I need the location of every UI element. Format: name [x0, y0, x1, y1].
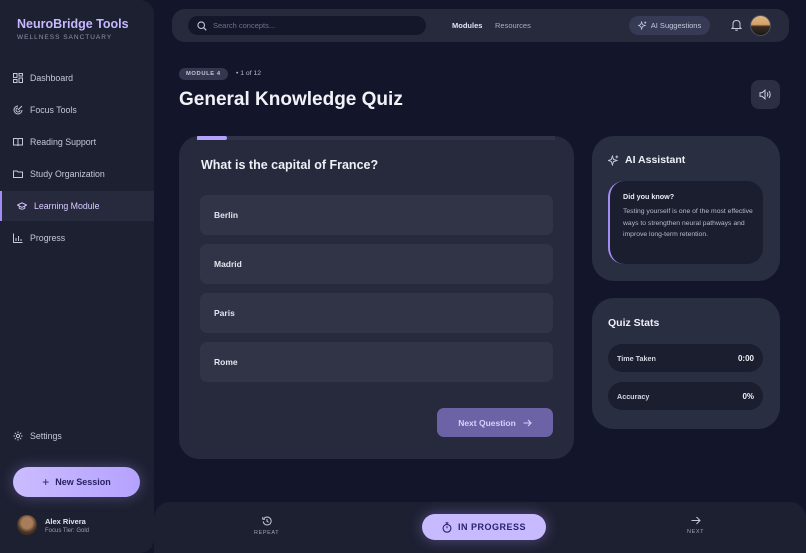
next-button[interactable]: NEXT: [687, 516, 704, 535]
ai-assistant-title: AI Assistant: [625, 154, 686, 166]
sidebar-item-label: Progress: [30, 233, 66, 243]
audio-button[interactable]: [751, 80, 780, 109]
answer-option-berlin[interactable]: Berlin: [200, 195, 553, 235]
sidebar-item-label: Dashboard: [30, 73, 74, 83]
nav-link-resources[interactable]: Resources: [495, 21, 531, 30]
quiz-stats-card: Quiz Stats Time Taken 0:00 Accuracy 0%: [592, 298, 780, 429]
top-bar: Modules Resources AI Suggestions: [172, 9, 789, 42]
sidebar-item-learning-module[interactable]: Learning Module: [0, 191, 154, 221]
answer-option-paris[interactable]: Paris: [200, 293, 553, 333]
new-session-label: New Session: [55, 477, 111, 487]
user-profile[interactable]: Alex Rivera Focus Tier: Gold: [17, 515, 89, 535]
repeat-icon: [261, 516, 272, 526]
book-icon: [13, 137, 23, 147]
user-tier: Focus Tier: Gold: [45, 527, 90, 534]
sidebar-item-reading-support[interactable]: Reading Support: [0, 127, 154, 157]
bottom-action-bar: REPEAT IN PROGRESS NEXT: [154, 502, 806, 553]
next-label: NEXT: [687, 529, 705, 535]
stat-value: 0:00: [737, 353, 754, 363]
sidebar: NeuroBridge Tools WELLNESS SANCTUARY Das…: [0, 0, 154, 553]
plus-icon: +: [42, 475, 50, 489]
speaker-icon: [759, 89, 772, 100]
next-question-button[interactable]: Next Question: [437, 408, 553, 437]
ai-assistant-card: AI Assistant Did you know? Testing yours…: [592, 136, 780, 281]
stopwatch-icon: [442, 521, 452, 533]
avatar: [17, 515, 37, 535]
stat-value: 0%: [742, 391, 754, 401]
sidebar-item-label: Learning Module: [34, 201, 100, 211]
arrow-right-icon: [523, 419, 532, 427]
sidebar-item-label: Study Organization: [30, 169, 105, 179]
gear-icon: [13, 431, 23, 441]
question-progress-text: • 1 of 12: [236, 70, 262, 77]
repeat-label: REPEAT: [254, 530, 280, 536]
sidebar-item-focus-tools[interactable]: Focus Tools: [0, 95, 154, 125]
ai-suggestions-button[interactable]: AI Suggestions: [629, 16, 710, 35]
sidebar-item-dashboard[interactable]: Dashboard: [0, 63, 154, 93]
sparkle-icon: [637, 21, 647, 30]
sidebar-item-settings[interactable]: Settings: [0, 421, 154, 451]
dashboard-icon: [13, 73, 23, 83]
search-bar[interactable]: [188, 16, 426, 35]
sidebar-item-label: Focus Tools: [30, 105, 77, 115]
arrow-right-icon: [691, 516, 701, 525]
next-question-label: Next Question: [458, 417, 516, 428]
brand-name: NeuroBridge Tools: [17, 17, 129, 31]
page-title: General Knowledge Quiz: [179, 89, 403, 110]
stat-label: Accuracy: [617, 391, 650, 401]
bar-chart-icon: [13, 233, 23, 243]
ai-tip-box: Did you know? Testing yourself is one of…: [608, 181, 763, 264]
stat-accuracy: Accuracy 0%: [608, 382, 763, 410]
quiz-progress-bar: [197, 136, 555, 140]
brand-subtitle: WELLNESS SANCTUARY: [17, 34, 113, 41]
quiz-card: What is the capital of France? Berlin Ma…: [179, 136, 574, 459]
graduation-cap-icon: [17, 201, 27, 211]
ai-suggestions-label: AI Suggestions: [650, 21, 702, 30]
tip-body: Testing yourself is one of the most effe…: [623, 208, 753, 238]
module-badge: MODULE 4: [179, 68, 228, 80]
sparkle-icon: [608, 154, 619, 166]
avatar[interactable]: [750, 15, 771, 36]
repeat-button[interactable]: REPEAT: [254, 516, 279, 536]
question-text: What is the capital of France?: [201, 158, 379, 172]
answer-option-madrid[interactable]: Madrid: [200, 244, 553, 284]
sidebar-item-label: Settings: [30, 431, 62, 441]
stat-label: Time Taken: [617, 353, 656, 363]
nav-link-modules[interactable]: Modules: [452, 21, 482, 30]
sidebar-item-progress[interactable]: Progress: [0, 223, 154, 253]
search-icon: [197, 20, 207, 31]
tip-title: Did you know?: [623, 192, 675, 201]
sidebar-item-study-organization[interactable]: Study Organization: [0, 159, 154, 189]
user-name: Alex Rivera: [45, 516, 86, 526]
stat-time-taken: Time Taken 0:00: [608, 344, 763, 372]
new-session-button[interactable]: + New Session: [13, 467, 140, 497]
search-input[interactable]: [213, 21, 413, 30]
folder-icon: [13, 169, 23, 179]
quiz-stats-title: Quiz Stats: [608, 317, 660, 329]
bell-icon[interactable]: [730, 18, 743, 36]
focus-icon: [13, 105, 23, 115]
status-label: IN PROGRESS: [457, 522, 526, 532]
status-pill[interactable]: IN PROGRESS: [422, 514, 546, 540]
quiz-progress-fill: [197, 136, 227, 140]
answer-option-rome[interactable]: Rome: [200, 342, 553, 382]
sidebar-item-label: Reading Support: [30, 137, 97, 147]
